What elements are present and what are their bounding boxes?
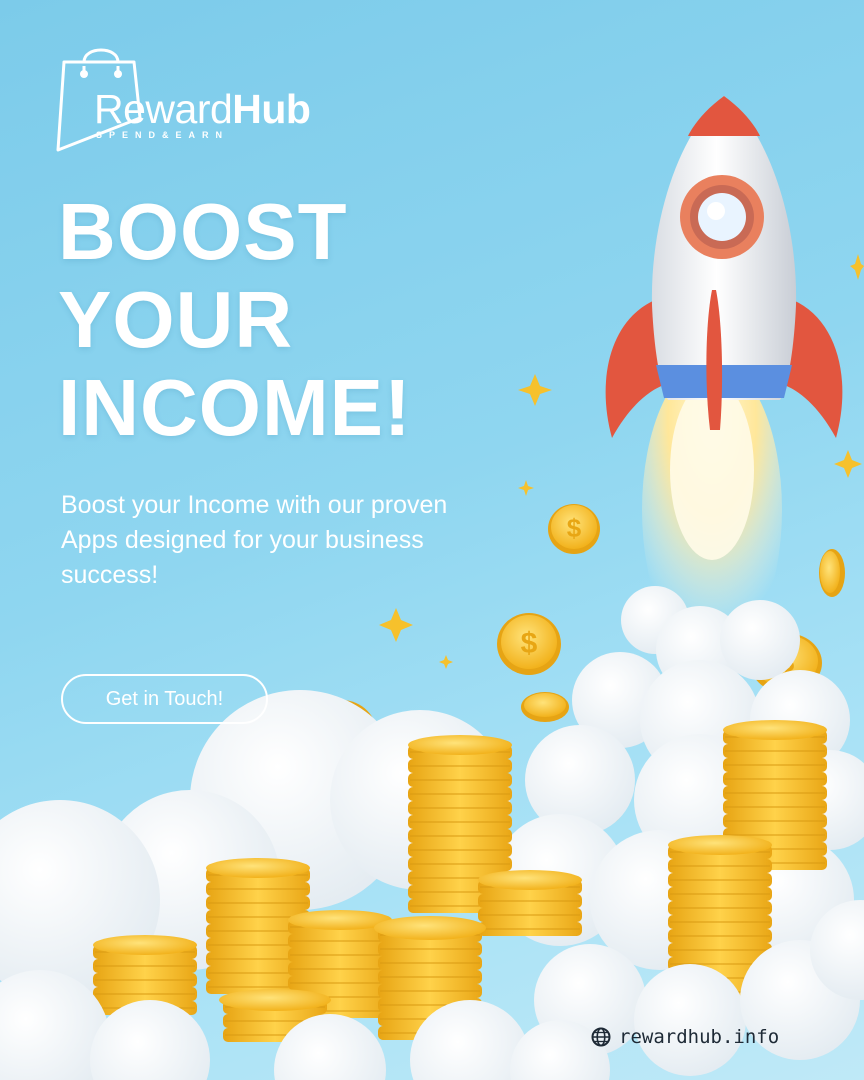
- subtext: Boost your Income with our proven Apps d…: [61, 491, 448, 589]
- globe-icon: [591, 1027, 611, 1047]
- headline-line-1: BOOST: [58, 187, 348, 276]
- headline-line-3: INCOME!: [58, 363, 412, 452]
- poster: $ $ $ $ $ RewardHub SPEND&EARN BOOST YOU…: [0, 0, 864, 1080]
- svg-text:$: $: [521, 627, 538, 660]
- get-in-touch-button[interactable]: Get in Touch!: [61, 674, 268, 724]
- svg-text:$: $: [567, 513, 582, 543]
- brand-name-bold: Hub: [232, 86, 311, 132]
- svg-text:$: $: [582, 786, 598, 817]
- website-link[interactable]: rewardhub.info: [591, 1026, 779, 1048]
- svg-text:$: $: [333, 718, 352, 756]
- brand-name-light: Reward: [94, 86, 233, 132]
- brand-name: RewardHub: [94, 86, 311, 133]
- website-url: rewardhub.info: [619, 1026, 780, 1048]
- brand-tagline: SPEND&EARN: [96, 130, 230, 140]
- svg-text:$: $: [778, 646, 795, 679]
- headline: BOOST YOUR INCOME!: [58, 188, 412, 452]
- headline-line-2: YOUR: [58, 275, 294, 364]
